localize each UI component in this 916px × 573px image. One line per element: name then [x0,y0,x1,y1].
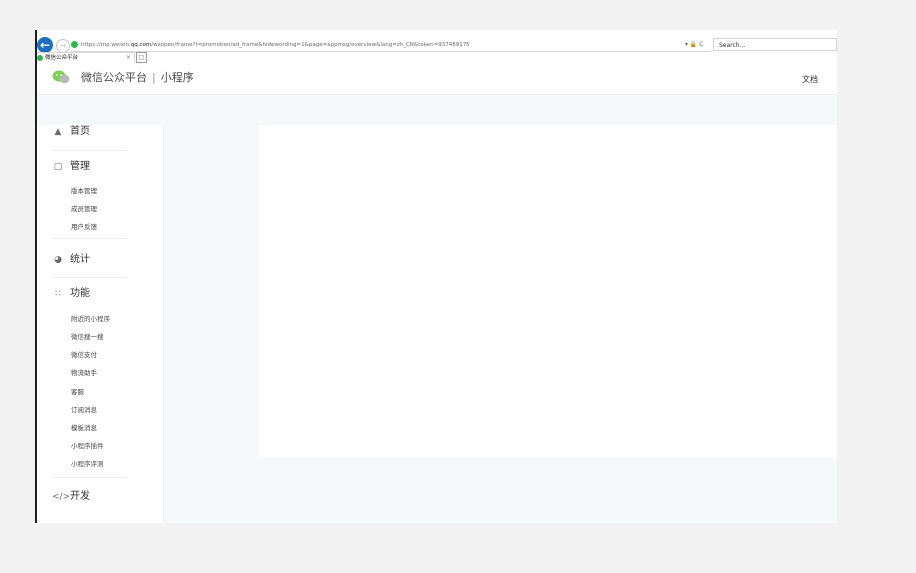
url-host: qq.com [130,42,152,48]
sidebar-item-features[interactable]: ∷ 功能 [52,287,90,301]
content-panel [259,125,837,457]
search-input[interactable]: Search... [713,38,837,51]
sidebar-item-wechat-pay[interactable]: 微信支付 [71,350,97,360]
wechat-favicon-icon [37,54,43,61]
sidebar-item-develop[interactable]: </>开发 [52,490,90,504]
divider [52,477,127,478]
divider [52,238,127,239]
sidebar-item-logistics-helper[interactable]: 物流助手 [71,368,97,378]
header-spacer [37,95,837,125]
site-favicon-icon [71,41,78,48]
sidebar-item-label: 首页 [70,126,90,137]
divider [52,150,127,151]
forward-icon[interactable]: → [56,39,70,53]
sidebar-item-evaluation[interactable]: 小程序评测 [71,459,104,469]
sidebar-item-version-management[interactable]: 版本管理 [71,186,97,196]
sidebar-item-label: 开发 [70,491,90,502]
tab-close-icon[interactable]: × [126,53,131,63]
product-name: 小程序 [160,71,194,84]
sidebar-item-label: 统计 [70,254,90,265]
divider [52,277,127,278]
sidebar-item-label: 功能 [70,288,90,299]
home-icon: ▲ [54,127,62,137]
sidebar-item-label: 管理 [70,161,90,172]
code-icon: </> [52,492,71,502]
sidebar-item-subscribe-message[interactable]: 订阅消息 [71,405,97,415]
sidebar-item-member-management[interactable]: 成员管理 [71,204,97,214]
tab-active[interactable]: 微信公众平台 × [37,52,135,63]
new-tab-icon[interactable]: □ [136,52,147,63]
platform-name: 微信公众平台 [81,71,147,84]
sidebar-item-template-message[interactable]: 模板消息 [71,423,97,433]
inbox-icon: ▢ [53,162,63,172]
browser-window: ← → https://mp.weixin.qq.com/wxopen/fram… [35,30,837,523]
tab-title: 微信公众平台 [45,55,79,61]
sidebar-item-customer-service[interactable]: 客服 [71,387,84,397]
sidebar-item-nearby-miniprogram[interactable]: 附近的小程序 [71,314,110,324]
sidebar-item-plugins[interactable]: 小程序插件 [71,441,104,451]
site-title[interactable]: 微信公众平台 | 小程序 [81,71,194,85]
sidebar-item-stats[interactable]: ◕ 统计 [52,253,90,267]
back-icon[interactable]: ← [37,37,53,53]
url-field[interactable]: https://mp.weixin.qq.com/wxopen/frame?t=… [71,39,711,52]
url-status-icons[interactable]: ▾ 🔒 C [685,39,704,51]
docs-link[interactable]: 文档 [802,74,818,85]
sidebar-item-manage[interactable]: ▢ 管理 [52,160,90,174]
sidebar-item-user-feedback[interactable]: 用户反馈 [71,222,97,232]
sidebar-item-home[interactable]: ▲ 首页 [52,125,90,139]
address-bar: ← → https://mp.weixin.qq.com/wxopen/fram… [37,34,837,54]
wechat-logo-icon[interactable] [52,70,70,84]
pie-chart-icon: ◕ [54,255,62,265]
sidebar: ▲ 首页 ▢ 管理 版本管理 成员管理 用户反馈 ◕ 统计 ∷ 功能 附近的小程序 微信… [37,125,164,523]
grid-icon: ∷ [55,289,61,299]
title-separator: | [152,71,156,84]
site-header: 微信公众平台 | 小程序 文档 [37,64,837,95]
url-prefix: https://mp.weixin. [81,42,131,48]
tab-strip: 微信公众平台 × □ [37,52,837,63]
sidebar-item-wechat-search[interactable]: 微信搜一搜 [71,332,104,342]
url-rest: /wxopen/frame?t=promotion/ad_frame&hidew… [151,42,470,48]
